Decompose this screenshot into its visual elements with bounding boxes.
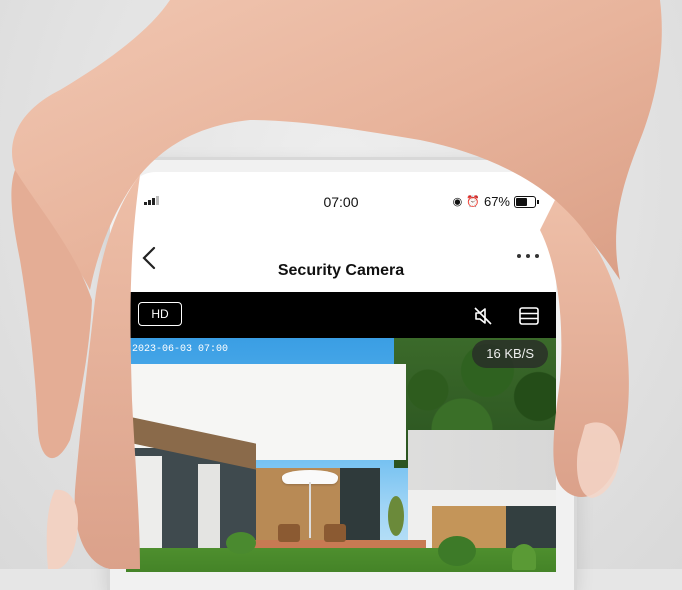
menu-list-icon — [519, 307, 539, 325]
page-title: Security Camera — [277, 262, 405, 279]
location-icon: ◉ — [452, 196, 463, 208]
video-timestamp: 2023-06-03 07:00 — [132, 344, 229, 355]
feed-chair — [324, 524, 346, 542]
battery-percent: 67% — [483, 194, 510, 209]
feed-column — [132, 456, 162, 556]
feed-bush — [438, 536, 476, 566]
speaker-muted-icon — [474, 307, 492, 325]
bitrate-badge: 16 KB/S — [472, 340, 548, 368]
video-toolbar: HD — [126, 292, 556, 338]
status-bar: 07:00 ◉ ⏰ 67% — [126, 186, 556, 216]
more-horizontal-icon — [517, 254, 539, 258]
battery-icon — [514, 195, 539, 208]
menu-button[interactable] — [518, 305, 540, 327]
nav-header: Security Camera — [126, 236, 556, 286]
feed-column — [198, 464, 220, 554]
alarm-icon: ⏰ — [466, 196, 480, 208]
feed-bush — [226, 532, 256, 554]
phone-screen: 07:00 ◉ ⏰ 67% Security Camera HD 2023-06… — [126, 172, 556, 572]
mute-button[interactable] — [472, 305, 494, 327]
hd-quality-button[interactable]: HD — [138, 302, 182, 326]
feed-shadow — [408, 430, 556, 490]
feed-umbrella-pole — [309, 482, 311, 538]
feed-plant — [388, 496, 404, 536]
more-button[interactable] — [516, 244, 540, 265]
feed-lawn — [126, 548, 556, 572]
battery-fill — [516, 197, 528, 206]
feed-chair — [278, 524, 300, 542]
status-right: ◉ ⏰ 67% — [452, 194, 539, 209]
feed-shrub — [512, 544, 536, 570]
feed-window — [340, 468, 380, 542]
camera-feed[interactable]: 2023-06-03 07:00 16 KB/S — [126, 338, 556, 572]
